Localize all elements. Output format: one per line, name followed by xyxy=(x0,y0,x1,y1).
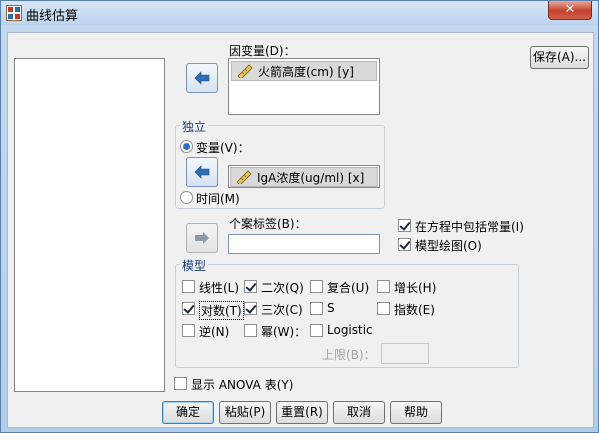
paste-button[interactable]: 粘贴(P) xyxy=(219,401,271,424)
move-to-independent-button[interactable] xyxy=(186,157,218,187)
model-growth-label: 增长(H) xyxy=(394,281,437,295)
model-logistic-label: Logistic xyxy=(327,323,373,337)
arrow-right-icon xyxy=(195,232,209,244)
model-quadratic-label: 二次(Q) xyxy=(261,281,304,295)
case-label-field[interactable] xyxy=(228,234,380,254)
source-variable-list[interactable] xyxy=(14,58,165,392)
model-power-label: 幂(W)： xyxy=(261,325,307,339)
time-radio[interactable] xyxy=(180,191,193,204)
dependent-variable-name: 火箭高度(cm) [y] xyxy=(258,64,354,79)
model-inverse-label: 逆(N) xyxy=(199,325,230,339)
move-to-dependent-button[interactable] xyxy=(186,63,218,93)
dependent-variable-item[interactable]: 火箭高度(cm) [y] xyxy=(231,61,377,81)
arrow-left-icon xyxy=(194,71,210,85)
title-bar[interactable]: 曲线估算 ✕ xyxy=(1,1,598,25)
dialog-body: 因变量(D)： 火箭高度(cm) [y] 独立 变量(V)： IgA浓度(ug/… xyxy=(7,32,594,428)
scale-ruler-icon xyxy=(236,170,252,184)
arrow-left-icon xyxy=(194,165,210,179)
model-s-checkbox[interactable] xyxy=(310,302,323,315)
dependent-variable-list[interactable]: 火箭高度(cm) [y] xyxy=(228,58,380,115)
model-growth-checkbox[interactable] xyxy=(377,280,390,293)
ok-button[interactable]: 确定 xyxy=(162,401,214,424)
model-cubic-checkbox[interactable] xyxy=(244,302,257,315)
cancel-button[interactable]: 取消 xyxy=(333,401,385,424)
reset-button[interactable]: 重置(R) xyxy=(276,401,328,424)
dialog-window: 曲线估算 ✕ 因变量(D)： 火箭高度(cm) [y] 独立 变量(V)： Ig… xyxy=(0,0,599,433)
independent-group-title: 独立 xyxy=(180,118,209,135)
independent-variable-item[interactable]: IgA浓度(ug/ml) [x] xyxy=(230,167,378,187)
variable-radio[interactable] xyxy=(180,140,193,153)
plot-models-label: 模型绘图(O) xyxy=(415,239,482,253)
model-power-checkbox[interactable] xyxy=(244,324,257,337)
save-button[interactable]: 保存(A)... xyxy=(530,46,589,69)
spss-app-icon xyxy=(6,5,22,21)
model-exponential-checkbox[interactable] xyxy=(377,302,390,315)
model-quadratic-checkbox[interactable] xyxy=(244,280,257,293)
upper-limit-label: 上限(B)： xyxy=(322,348,376,362)
dependent-label: 因变量(D)： xyxy=(229,44,296,58)
model-logistic-checkbox[interactable] xyxy=(310,324,323,337)
close-icon: ✕ xyxy=(564,2,576,17)
plot-models-checkbox[interactable] xyxy=(398,238,411,251)
model-linear-checkbox[interactable] xyxy=(182,280,195,293)
model-exponential-label: 指数(E) xyxy=(394,303,435,317)
models-group-title: 模型 xyxy=(180,257,209,274)
model-logarithmic-checkbox[interactable] xyxy=(182,302,195,315)
independent-variable-name: IgA浓度(ug/ml) [x] xyxy=(257,170,365,185)
move-to-case-label-button[interactable] xyxy=(186,223,218,253)
close-button[interactable]: ✕ xyxy=(548,1,592,20)
include-constant-label: 在方程中包括常量(I) xyxy=(415,220,524,234)
variable-radio-label: 变量(V)： xyxy=(196,141,250,155)
model-cubic-label: 三次(C) xyxy=(261,303,303,317)
model-s-label: S xyxy=(327,301,335,315)
include-constant-checkbox[interactable] xyxy=(398,219,411,232)
independent-variable-list[interactable]: IgA浓度(ug/ml) [x] xyxy=(228,165,380,188)
model-compound-label: 复合(U) xyxy=(327,281,370,295)
anova-label: 显示 ANOVA 表(Y) xyxy=(191,378,294,392)
upper-limit-field[interactable] xyxy=(381,343,429,364)
case-label-label: 个案标签(B)： xyxy=(229,217,307,231)
window-title: 曲线估算 xyxy=(26,9,79,24)
model-compound-checkbox[interactable] xyxy=(310,280,323,293)
scale-ruler-icon xyxy=(237,64,253,78)
model-linear-label: 线性(L) xyxy=(199,281,240,295)
time-radio-label: 时间(M) xyxy=(196,192,240,206)
model-logarithmic-label: 对数(T) xyxy=(199,301,244,320)
anova-checkbox[interactable] xyxy=(174,377,187,390)
model-inverse-checkbox[interactable] xyxy=(182,324,195,337)
help-button[interactable]: 帮助 xyxy=(390,401,442,424)
